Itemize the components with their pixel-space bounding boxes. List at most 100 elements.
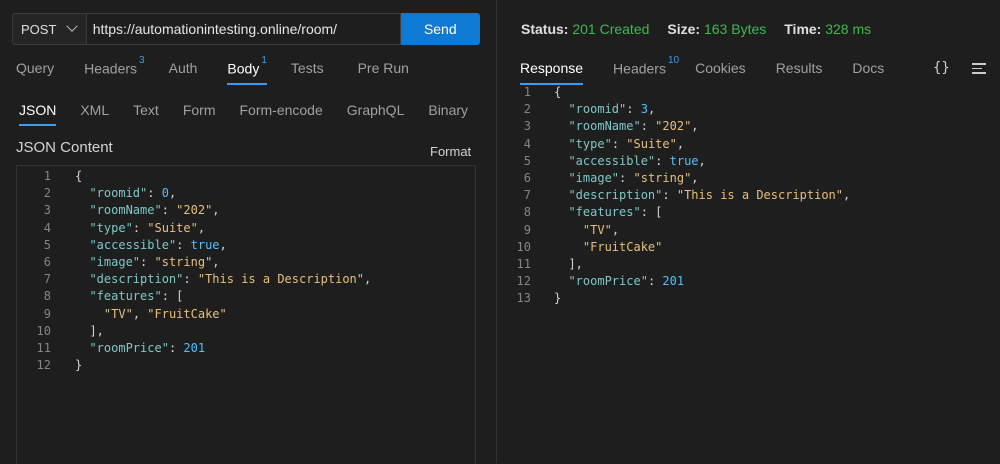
url-input[interactable]: https://automationintesting.online/room/ bbox=[85, 13, 401, 45]
request-body-editor[interactable]: 1{2 "roomid": 0, 3 "roomName": "202", 4 "t… bbox=[16, 165, 476, 464]
line-number: 7 bbox=[43, 272, 51, 287]
code-text: "roomPrice": 201 bbox=[89, 340, 206, 355]
tab-pre-run[interactable]: Pre Run bbox=[358, 60, 409, 77]
code-text: { bbox=[75, 169, 83, 183]
tab-response-headers[interactable]: Headers10 bbox=[613, 55, 679, 77]
code-text: } bbox=[554, 291, 562, 306]
tab-auth[interactable]: Auth bbox=[169, 60, 198, 77]
braces-icon[interactable]: {} bbox=[933, 60, 950, 76]
line-number: 3 bbox=[43, 203, 51, 218]
tab-form-encode[interactable]: Form-encode bbox=[240, 102, 323, 118]
method-label: POST bbox=[21, 21, 57, 37]
send-button[interactable]: Send bbox=[400, 13, 480, 45]
request-code-line: 5 "accessible": true, bbox=[17, 237, 371, 254]
code-text: ], bbox=[568, 256, 583, 271]
line-number: 2 bbox=[523, 102, 531, 117]
code-text: "image": "string", bbox=[89, 254, 220, 269]
line-number: 5 bbox=[523, 153, 531, 168]
tab-binary[interactable]: Binary bbox=[428, 102, 468, 118]
request-tabs: Query Headers3 Auth Body1 Tests Pre Run bbox=[16, 55, 409, 85]
tab-response[interactable]: Response bbox=[520, 60, 584, 85]
line-number: 11 bbox=[36, 340, 51, 355]
code-text: } bbox=[75, 358, 83, 373]
response-code-line: 13} bbox=[505, 290, 850, 307]
line-number: 5 bbox=[43, 237, 51, 252]
request-code-line: 8 "features": [ bbox=[17, 288, 371, 305]
line-number: 12 bbox=[516, 274, 531, 289]
response-code-line: 8 "features": [ bbox=[505, 204, 850, 221]
line-number: 10 bbox=[516, 239, 531, 254]
tab-cookies[interactable]: Cookies bbox=[695, 60, 746, 77]
tab-headers[interactable]: Headers3 bbox=[84, 55, 144, 77]
line-number: 1 bbox=[523, 85, 531, 99]
code-text: ], bbox=[89, 323, 104, 338]
line-number: 4 bbox=[523, 136, 531, 151]
format-button[interactable]: Format bbox=[430, 144, 471, 159]
line-number: 6 bbox=[43, 254, 51, 269]
tab-xml[interactable]: XML bbox=[80, 102, 109, 118]
code-text: { bbox=[554, 85, 562, 99]
line-number: 2 bbox=[43, 186, 51, 201]
tab-docs[interactable]: Docs bbox=[852, 60, 884, 77]
code-text: "type": "Suite", bbox=[89, 220, 206, 235]
method-select[interactable]: POST bbox=[12, 13, 86, 45]
code-text: "FruitCake" bbox=[582, 239, 663, 254]
request-code-line: 3 "roomName": "202", bbox=[17, 202, 371, 219]
body-count-badge: 1 bbox=[261, 55, 267, 66]
request-code: 1{2 "roomid": 0, 3 "roomName": "202", 4 "t… bbox=[17, 168, 372, 374]
size-label: Size: bbox=[667, 21, 701, 37]
request-code-line: 11 "roomPrice": 201 bbox=[17, 340, 371, 357]
line-number: 13 bbox=[516, 291, 531, 306]
code-text: "roomName": "202", bbox=[89, 203, 220, 218]
code-text: "accessible": true, bbox=[89, 237, 227, 252]
tab-graphql[interactable]: GraphQL bbox=[347, 102, 405, 118]
tab-body[interactable]: Body1 bbox=[227, 55, 268, 85]
request-code-line: 2 "roomid": 0, bbox=[17, 185, 371, 202]
size-value: 163 Bytes bbox=[703, 21, 767, 37]
response-tabs: Response Headers10 Cookies Results Docs bbox=[520, 55, 884, 85]
tab-form[interactable]: Form bbox=[183, 102, 216, 118]
response-code-line: 6 "image": "string", bbox=[505, 170, 850, 187]
line-number: 1 bbox=[43, 169, 51, 183]
response-pane: Status: 201 Created Size: 163 Bytes Time… bbox=[497, 0, 1000, 463]
time-field: Time: 328 ms bbox=[784, 21, 871, 37]
line-number: 7 bbox=[523, 188, 531, 203]
tab-text[interactable]: Text bbox=[133, 102, 159, 118]
request-pane: POST https://automationintesting.online/… bbox=[0, 0, 496, 464]
code-text: "roomName": "202", bbox=[568, 119, 699, 134]
response-code-line: 2 "roomid": 3, bbox=[505, 101, 850, 118]
status-field: Status: 201 Created bbox=[521, 21, 649, 37]
code-text: "roomid": 3, bbox=[568, 102, 656, 117]
code-text: "TV", bbox=[582, 222, 620, 237]
response-code-line: 11 ], bbox=[505, 256, 850, 273]
response-code-line: 5 "accessible": true, bbox=[505, 153, 850, 170]
line-number: 4 bbox=[43, 220, 51, 235]
request-code-line: 1{ bbox=[17, 168, 371, 185]
code-text: "type": "Suite", bbox=[568, 136, 685, 151]
code-text: "image": "string", bbox=[568, 170, 699, 185]
headers-count-badge: 3 bbox=[139, 55, 145, 66]
request-code-line: 7 "description": "This is a Description"… bbox=[17, 271, 371, 288]
line-number: 8 bbox=[43, 289, 51, 304]
code-text: "roomid": 0, bbox=[89, 186, 177, 201]
time-label: Time: bbox=[784, 21, 822, 37]
body-type-tabs: JSON XML Text Form Form-encode GraphQL B… bbox=[19, 102, 468, 126]
line-number: 8 bbox=[523, 205, 531, 220]
response-code-line: 3 "roomName": "202", bbox=[505, 118, 850, 135]
response-code-line: 1{ bbox=[505, 84, 850, 101]
request-code-line: 10 ], bbox=[17, 323, 371, 340]
line-number: 9 bbox=[43, 306, 51, 321]
response-code-line: 9 "TV", bbox=[505, 222, 850, 239]
tab-json[interactable]: JSON bbox=[19, 102, 57, 126]
tab-tests[interactable]: Tests bbox=[291, 60, 324, 77]
response-status-bar: Status: 201 Created Size: 163 Bytes Time… bbox=[521, 21, 871, 37]
tab-query[interactable]: Query bbox=[16, 60, 54, 77]
tab-results[interactable]: Results bbox=[776, 60, 823, 77]
line-number: 12 bbox=[36, 358, 51, 373]
response-code-line: 12 "roomPrice": 201 bbox=[505, 273, 850, 290]
menu-icon[interactable] bbox=[972, 63, 986, 77]
code-text: "features": [ bbox=[568, 205, 663, 220]
json-content-title: JSON Content bbox=[16, 139, 113, 156]
request-code-line: 4 "type": "Suite", bbox=[17, 220, 371, 237]
time-value: 328 ms bbox=[825, 21, 872, 37]
